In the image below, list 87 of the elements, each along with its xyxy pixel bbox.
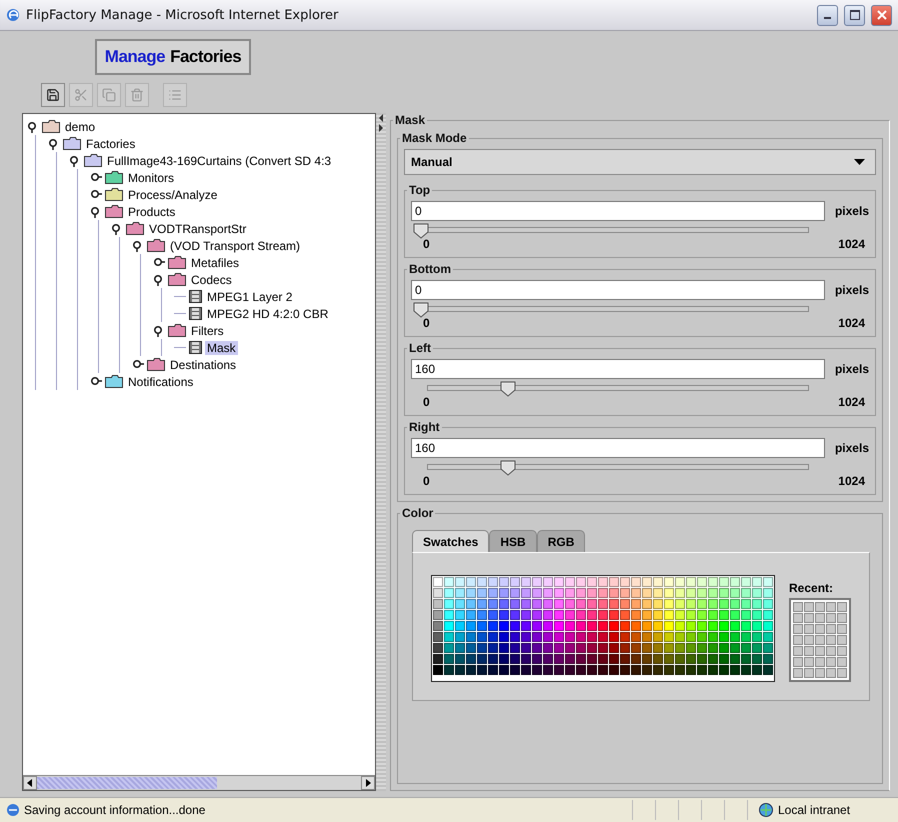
tree-item[interactable]: Filters	[189, 324, 226, 338]
tree-toggle-icon[interactable]	[153, 256, 165, 268]
group-title: Top	[408, 183, 432, 197]
color-tab[interactable]: Swatches	[412, 530, 490, 552]
tree-toggle-icon[interactable]	[90, 376, 102, 388]
app-heading: Manage Factories	[95, 39, 251, 75]
slider-thumb[interactable]	[413, 223, 429, 239]
globe-icon	[758, 802, 774, 818]
tree-item[interactable]: MPEG1 Layer 2	[205, 290, 294, 304]
tree-item[interactable]: demo	[63, 120, 98, 134]
tree-toggle-icon[interactable]	[153, 324, 165, 336]
scissors-icon	[74, 88, 88, 102]
tree-toggle-icon[interactable]	[90, 206, 102, 218]
slider-max-label: 1024	[838, 395, 865, 409]
tree-item[interactable]: Codecs	[189, 272, 234, 286]
unit-label: pixels	[834, 362, 869, 376]
tree-item[interactable]: Mask	[205, 340, 238, 354]
group-title: Mask Mode	[401, 131, 468, 145]
splitter-handle[interactable]	[376, 113, 386, 791]
tree-item[interactable]: (VOD Transport Stream)	[168, 238, 302, 252]
slider-max-label: 1024	[838, 474, 865, 488]
film-icon	[189, 290, 202, 303]
maximize-icon	[850, 10, 860, 20]
tree-toggle-icon[interactable]	[90, 172, 102, 184]
group-title: Right	[408, 420, 441, 434]
slider-min-label: 0	[423, 474, 430, 488]
tree-item[interactable]: Factories	[84, 136, 138, 150]
status-message: Saving account information...done	[24, 803, 206, 817]
trash-icon	[130, 88, 144, 102]
tree-toggle-icon[interactable]	[132, 358, 144, 370]
pixels-input[interactable]: 0	[411, 201, 825, 221]
group-title: Left	[408, 341, 432, 355]
group-title: Mask	[394, 113, 426, 127]
unit-label: pixels	[834, 283, 869, 297]
tree-toggle-icon[interactable]	[69, 154, 81, 166]
slider-min-label: 0	[423, 316, 430, 330]
tree-item[interactable]: Notifications	[126, 374, 196, 388]
recent-label: Recent:	[789, 581, 834, 595]
window-title: FlipFactory Manage - Microsoft Internet Explorer	[26, 8, 340, 22]
film-icon	[189, 341, 202, 354]
tree-item[interactable]: MPEG2 HD 4:2:0 CBR	[205, 306, 330, 320]
tree-item[interactable]: Destinations	[168, 358, 238, 372]
tree-toggle-icon[interactable]	[132, 240, 144, 252]
slider-thumb[interactable]	[413, 302, 429, 318]
minimize-button[interactable]	[817, 4, 838, 26]
slider-thumb[interactable]	[500, 460, 516, 476]
film-icon	[189, 307, 202, 320]
tree-toggle-icon[interactable]	[111, 222, 123, 234]
tree-item[interactable]: Monitors	[126, 170, 176, 184]
maximize-button[interactable]	[844, 4, 865, 26]
slider-min-label: 0	[423, 395, 430, 409]
scroll-right-icon	[365, 779, 371, 787]
group-title: Bottom	[408, 262, 452, 276]
recent-swatch-grid[interactable]	[789, 598, 851, 682]
close-icon	[876, 10, 886, 20]
copy-icon	[102, 88, 116, 102]
group-title: Color	[401, 506, 434, 520]
slider-max-label: 1024	[838, 237, 865, 251]
color-tab[interactable]: HSB	[489, 530, 537, 552]
slider-max-label: 1024	[838, 316, 865, 330]
tree-item[interactable]: Products	[126, 204, 178, 218]
zone-label: Local intranet	[778, 803, 850, 817]
pixels-input[interactable]: 0	[411, 280, 825, 300]
tree-toggle-icon[interactable]	[153, 274, 165, 286]
color-tab[interactable]: RGB	[536, 530, 586, 552]
pixels-input[interactable]: 160	[411, 438, 825, 458]
tree-item[interactable]: FullImage43-169Curtains (Convert SD 4:3	[105, 154, 334, 168]
scroll-left-icon	[27, 779, 33, 787]
slider-min-label: 0	[423, 237, 430, 251]
tree-item[interactable]: VODTRansportStr	[147, 222, 248, 236]
close-button[interactable]	[871, 4, 892, 26]
mode-dropdown[interactable]: Manual	[404, 149, 876, 175]
caret-icon	[854, 159, 865, 165]
browser-icon	[6, 8, 20, 22]
tree-item[interactable]: Process/Analyze	[126, 188, 220, 202]
tree-toggle-icon[interactable]	[90, 188, 102, 200]
unit-label: pixels	[834, 441, 869, 455]
list-icon	[168, 88, 182, 102]
unit-label: pixels	[834, 204, 869, 218]
save-button[interactable]	[41, 83, 65, 107]
tree-item[interactable]: Metafiles	[189, 256, 242, 270]
tree-toggle-icon[interactable]	[27, 120, 39, 132]
color-swatch-grid[interactable]	[431, 575, 775, 682]
tree-toggle-icon[interactable]	[48, 138, 60, 150]
horizontal-scrollbar[interactable]	[23, 775, 375, 790]
slider-thumb[interactable]	[500, 381, 516, 397]
pixels-input[interactable]: 160	[411, 359, 825, 379]
